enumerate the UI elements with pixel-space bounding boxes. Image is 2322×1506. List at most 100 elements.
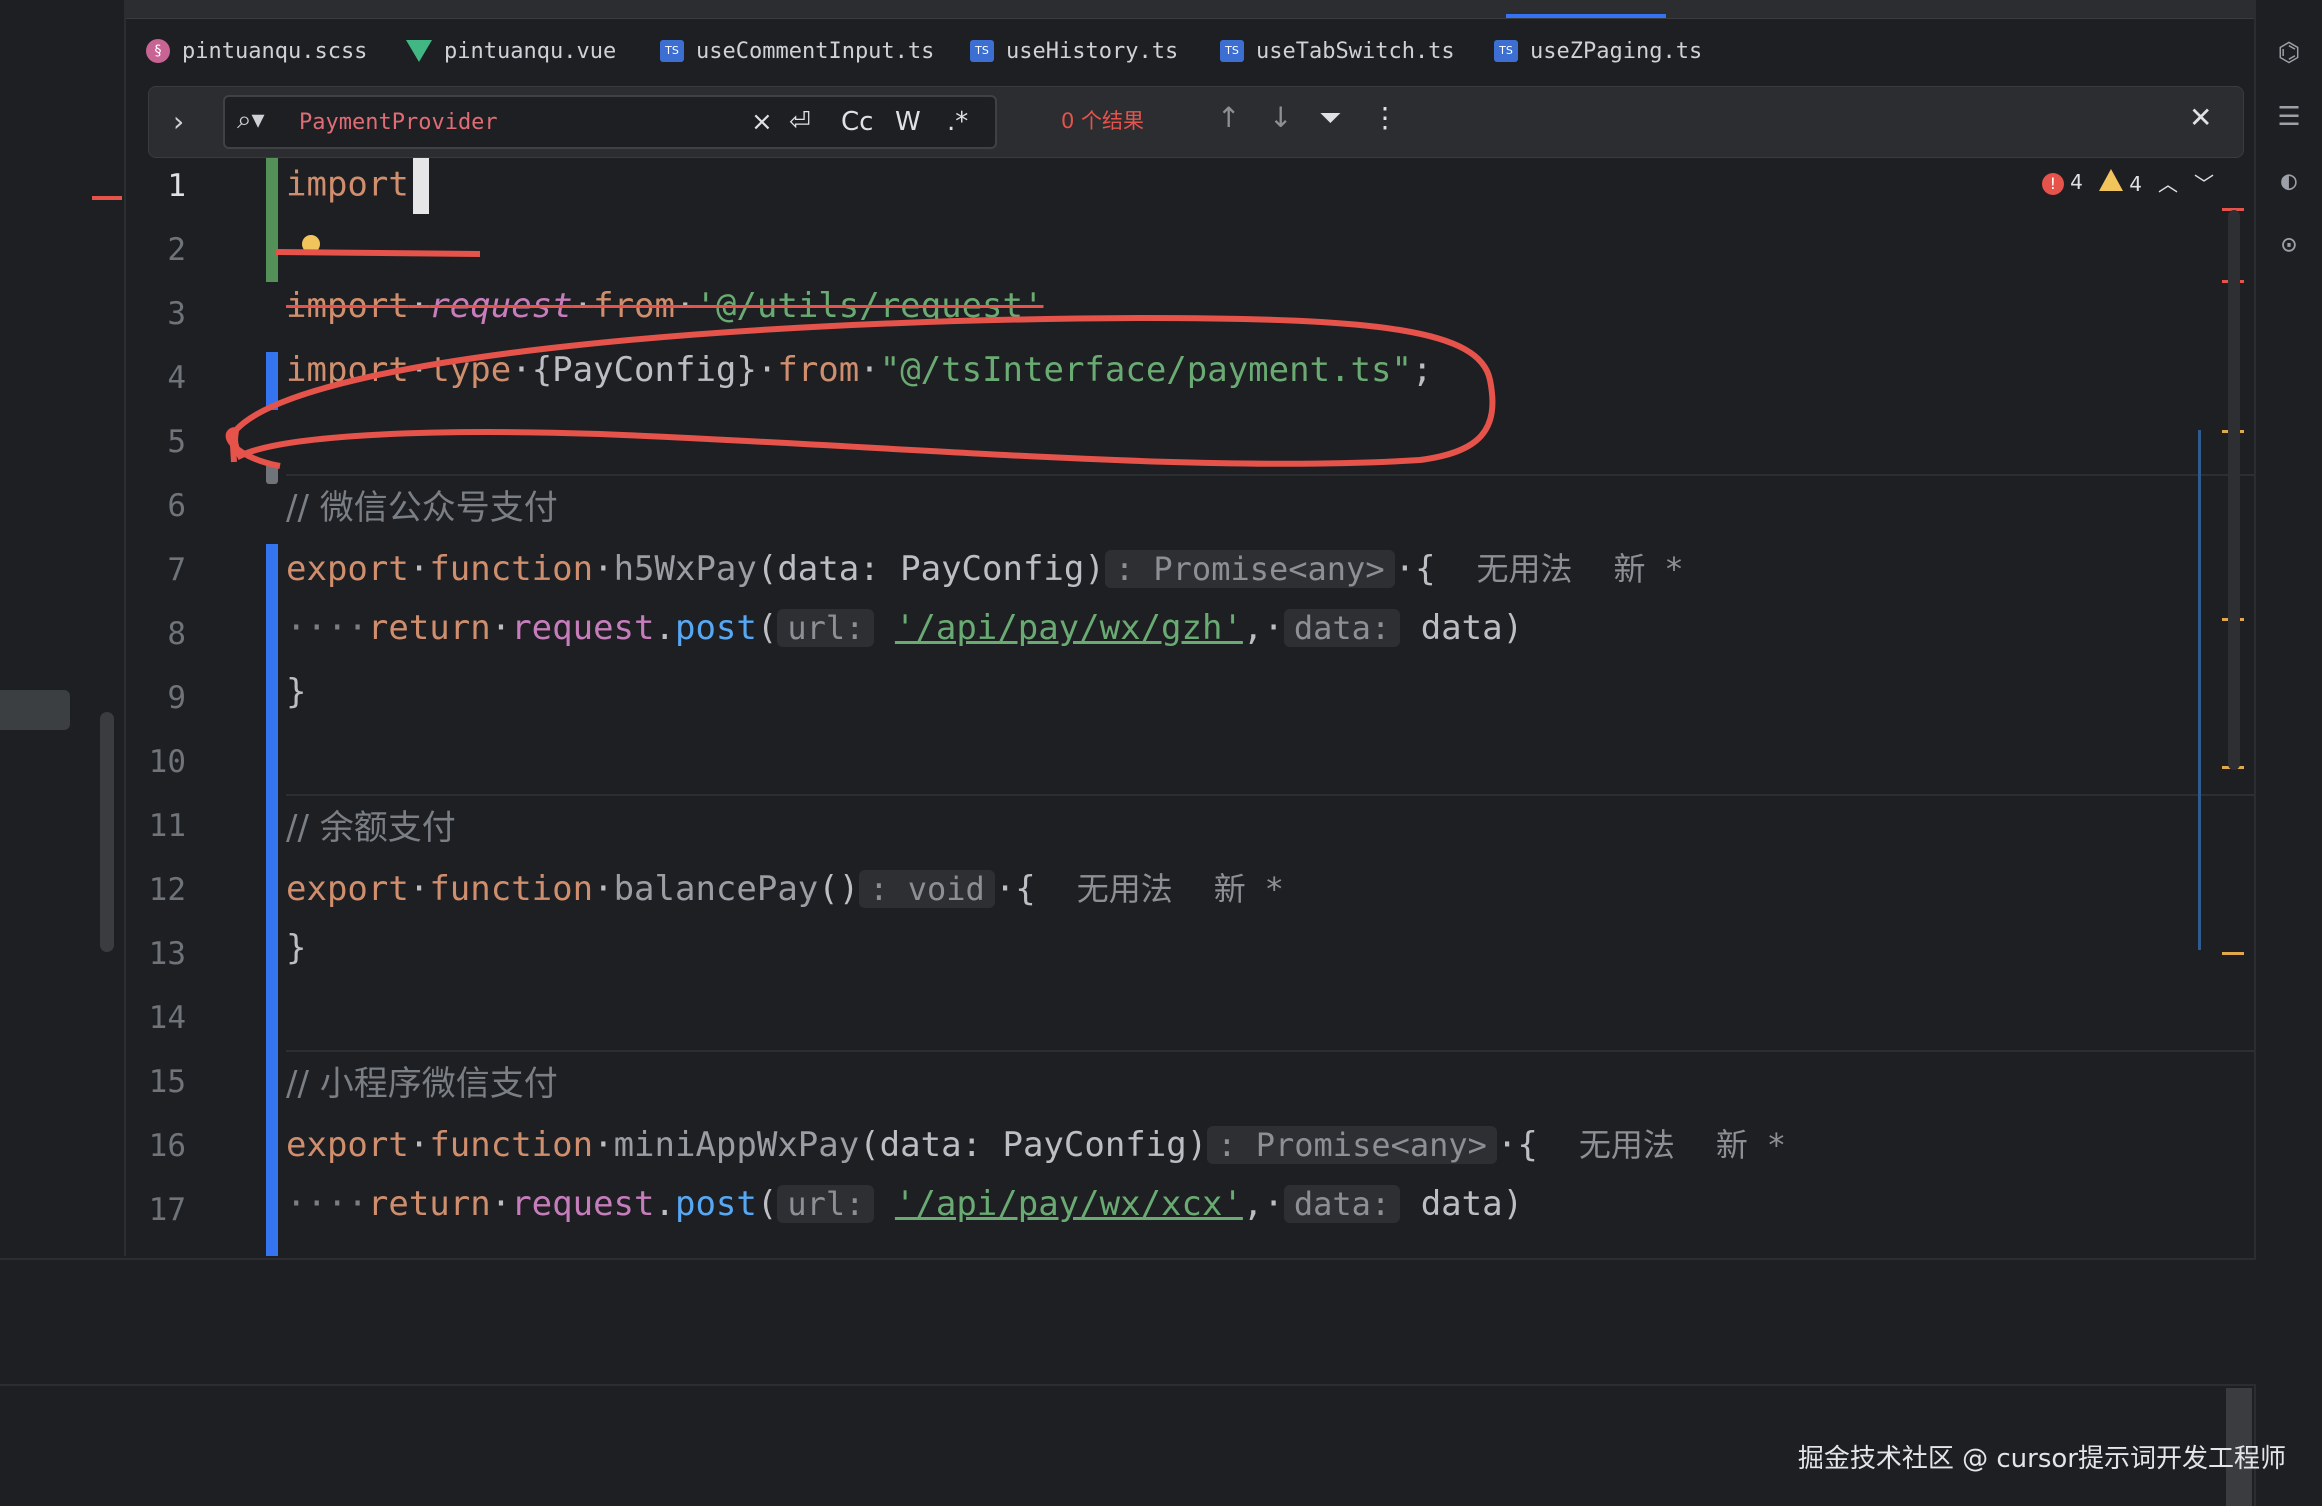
type-hint: : Promise<any> [1207,1126,1497,1164]
code-line-9: } [286,672,306,712]
database-icon[interactable]: ☰ [2272,100,2306,134]
tab-pintuanqu-vue[interactable]: pintuanqu.vue [406,34,616,68]
line-number: 13 [148,936,186,972]
keyword: from [593,286,675,326]
search-icon[interactable]: ⌕▾ [237,105,265,136]
left-scrollbar[interactable] [100,712,114,952]
function-name: balancePay [613,869,819,909]
scss-file-icon: § [146,39,170,63]
line-number: 8 [167,616,186,652]
text-caret [412,158,429,214]
find-field: ⌕▾ × ⏎ Cc W .* [223,95,997,149]
identifier: request [511,608,655,648]
chevron-down-icon[interactable]: ﹀ [2194,168,2214,197]
param-hint: data: [1283,1185,1401,1223]
regex-button[interactable]: .* [947,107,968,137]
line-number: 4 [167,360,186,396]
tab-usetabswitch-ts[interactable]: TS useTabSwitch.ts [1220,34,1455,68]
param-hint: data: [1283,609,1401,647]
keyword: type [429,350,512,390]
new-line-icon[interactable]: ⏎ [789,107,811,137]
keyword: export [286,1125,409,1165]
tab-pintuanqu-scss[interactable]: § pintuanqu.scss [146,34,367,68]
keyword: import [286,164,409,205]
more-options-icon[interactable]: ⋮ [1371,101,1399,134]
modified-lines-marker[interactable] [266,352,278,410]
comment: // 微信公众号支付 [286,488,558,528]
inspection-widget[interactable]: ! 4 4 ︿ ﹀ [2041,168,2214,197]
expand-replace-icon[interactable]: › [173,105,184,138]
comment: // 余额支付 [286,808,456,848]
tab-usecommentinput-ts[interactable]: TS useCommentInput.ts [660,34,934,68]
line-number: 10 [148,744,186,780]
code-line-12: export·function·balancePay(): void ·{ 无用法… [286,869,1283,909]
code-line-17: ····return·request.post(url: '/api/pay/w… [286,1184,1524,1224]
brace: { [1415,549,1436,589]
line-number: 7 [167,552,186,588]
params: (data: PayConfig) [859,1125,1208,1165]
find-input[interactable] [297,103,701,141]
warning-mark[interactable] [2222,952,2244,955]
left-panel-thumb[interactable] [0,690,70,730]
editor-tab-bar: § pintuanqu.scss pintuanqu.vue TS useCom… [126,20,2254,82]
modified-lines-marker[interactable] [266,544,278,1256]
match-case-button[interactable]: Cc [841,107,873,137]
code-line-1: import [286,158,429,214]
comment: // 小程序微信支付 [286,1064,558,1104]
line-number: 12 [148,872,186,908]
author-hint[interactable]: 新 [1214,870,1246,908]
author-hint[interactable]: 新 [1613,550,1645,588]
function-name: miniAppWxPay [613,1125,860,1165]
dot: . [654,608,675,648]
usages-hint[interactable]: 无用法 [1477,550,1573,588]
chevron-up-icon[interactable]: ︿ [2158,168,2178,197]
keyword: export [286,549,409,589]
remote-icon[interactable]: ⊙ [2272,228,2306,262]
code-line-6: // 微信公众号支付 [286,480,558,529]
line-number: 2 [167,232,186,268]
added-lines-marker[interactable] [266,158,278,282]
whole-word-button[interactable]: W [895,107,921,137]
bottom-panel-row [0,1322,2256,1386]
string-url[interactable]: '/api/pay/wx/gzh' [895,608,1243,648]
author-star: * [1665,550,1682,588]
line-number: 14 [148,1000,186,1036]
tab-usezpaging-ts[interactable]: TS useZPaging.ts [1494,34,1702,68]
scroll-indicator[interactable] [2198,430,2201,950]
filter-icon[interactable]: ⏷ [1319,101,1341,135]
prev-occurrence-icon[interactable]: ↑ [1217,101,1240,134]
code-area[interactable]: ! 4 4 ︿ ﹀ 1 2 3 4 5 6 7 8 9 10 11 12 13 … [126,150,2254,1256]
code-line-16: export·function·miniAppWxPay(data: PayCo… [286,1125,1785,1165]
code-line-7: export·function·h5WxPay(data: PayConfig)… [286,549,1682,589]
params: () [818,869,860,909]
argument: data) [1420,608,1524,648]
identifier: request [429,286,573,326]
usages-hint[interactable]: 无用法 [1579,1126,1675,1164]
lightbulb-icon[interactable] [302,235,320,253]
method-call: post [674,608,757,648]
line-number: 6 [167,488,186,524]
vue-file-icon [406,40,432,62]
author-hint[interactable]: 新 [1716,1126,1748,1164]
error-count: 4 [2070,170,2083,194]
code-line-13: } [286,928,306,968]
ai-chat-icon[interactable]: ⌬ [2272,36,2306,70]
line-number: 11 [148,808,186,844]
warning-icon [2098,169,2123,191]
usages-hint[interactable]: 无用法 [1077,870,1173,908]
next-occurrence-icon[interactable]: ↓ [1269,101,1292,134]
ts-file-icon: TS [1494,40,1518,62]
tab-usehistory-ts[interactable]: TS useHistory.ts [970,34,1178,68]
string-url[interactable]: '/api/pay/wx/xcx' [895,1184,1243,1224]
close-find-icon[interactable]: ✕ [2189,101,2212,134]
brace: { [1015,869,1036,909]
function-name: h5WxPay [613,549,757,589]
method-separator [286,1050,2254,1052]
editor-scrollbar[interactable] [2228,210,2240,770]
error-stripe[interactable] [2198,150,2244,1256]
plugin-icon[interactable]: ◐ [2272,164,2306,198]
ts-file-icon: TS [660,40,684,62]
fold-marker[interactable] [266,464,278,484]
comma: , [1242,1184,1264,1224]
clear-search-icon[interactable]: × [751,107,773,137]
